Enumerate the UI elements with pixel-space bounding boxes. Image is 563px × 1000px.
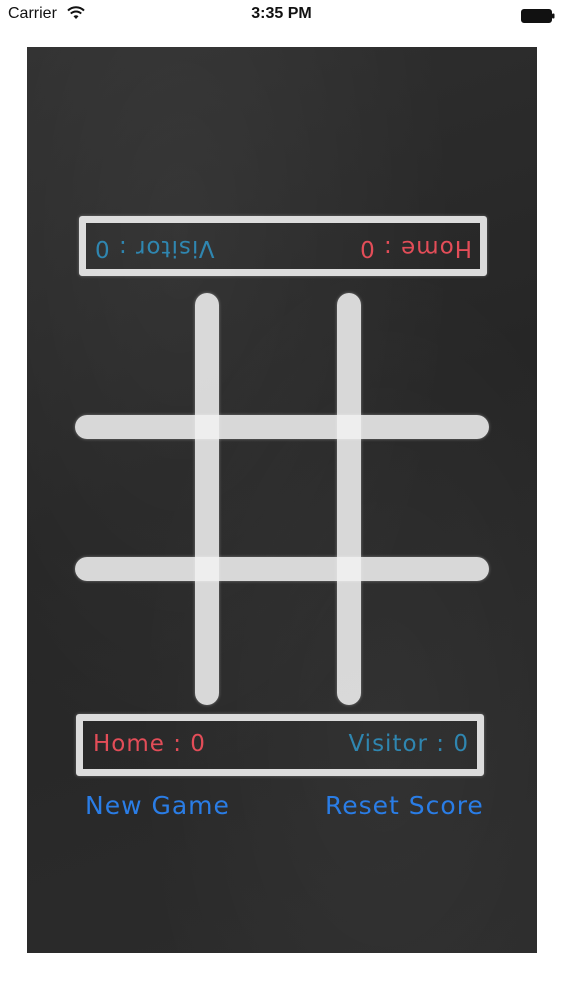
cell-9[interactable] bbox=[361, 581, 489, 705]
cell-2[interactable] bbox=[219, 293, 337, 415]
new-game-button[interactable]: New Game bbox=[85, 791, 230, 820]
bottom-score-panel: Home : 0 Visitor : 0 bbox=[76, 714, 484, 776]
chalkboard: Home : 0 Visitor : 0 Home : 0 Visitor : … bbox=[27, 47, 537, 953]
cell-7[interactable] bbox=[75, 581, 195, 705]
cell-1[interactable] bbox=[75, 293, 195, 415]
cell-6[interactable] bbox=[361, 439, 489, 557]
grid-line-vertical-right bbox=[337, 293, 361, 705]
grid-line-vertical-left bbox=[195, 293, 219, 705]
cell-4[interactable] bbox=[75, 439, 195, 557]
top-home-score: Home : 0 bbox=[359, 235, 472, 261]
status-bar: Carrier 3:35 PM bbox=[0, 0, 563, 30]
bottom-visitor-score: Visitor : 0 bbox=[348, 731, 469, 757]
grid-line-horizontal-top bbox=[75, 415, 489, 439]
clock: 3:35 PM bbox=[251, 5, 312, 22]
top-visitor-score: Visitor : 0 bbox=[94, 235, 215, 261]
cell-8[interactable] bbox=[219, 581, 337, 705]
bottom-home-score: Home : 0 bbox=[93, 731, 206, 757]
top-score-panel: Home : 0 Visitor : 0 bbox=[79, 216, 487, 276]
cell-5[interactable] bbox=[219, 439, 337, 557]
battery-icon bbox=[521, 9, 555, 23]
top-score-content: Home : 0 Visitor : 0 bbox=[86, 223, 480, 269]
game-grid bbox=[75, 293, 489, 705]
reset-score-button[interactable]: Reset Score bbox=[325, 791, 484, 820]
cell-3[interactable] bbox=[361, 293, 489, 415]
grid-line-horizontal-bottom bbox=[75, 557, 489, 581]
